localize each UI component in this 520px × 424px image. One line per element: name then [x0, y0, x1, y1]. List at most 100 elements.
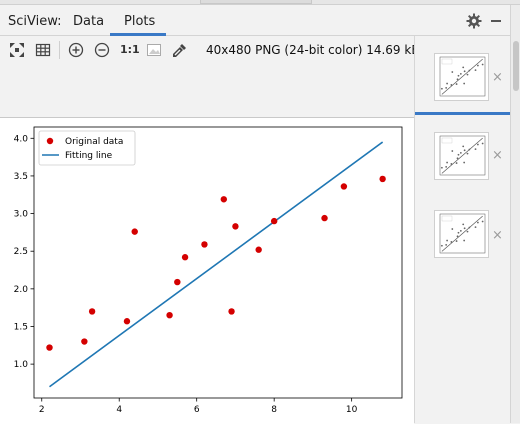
thumbnail-point [481, 220, 484, 223]
thumbnail-point [455, 162, 458, 164]
plot-thumbnail[interactable] [434, 132, 489, 180]
actual-size-icon[interactable]: 1:1 [120, 43, 140, 56]
x-tick-label: 6 [194, 405, 200, 415]
data-point [131, 228, 138, 235]
data-point [123, 318, 131, 325]
scatter-chart: 2 4 6 8 10 1.0 1.5 2.0 2.5 3.0 3.5 4.0 Original data… [14, 126, 403, 415]
thumbnail-point [463, 70, 466, 73]
data-point [181, 254, 189, 261]
sciview-title: SciView: [8, 14, 62, 29]
thumbnail-point [468, 148, 471, 151]
data-point [201, 241, 208, 248]
y-tick-label: 2.5 [14, 247, 28, 257]
data-point [228, 308, 235, 315]
y-tick-label: 3.0 [14, 210, 29, 220]
thumbnail-point [440, 244, 443, 247]
close-thumbnail-icon[interactable]: × [492, 228, 503, 243]
zoom-in-icon[interactable] [68, 42, 84, 58]
thumbnail-point [450, 84, 453, 86]
legend-label-original-data: Original data [65, 137, 123, 147]
toolbar-separator [59, 41, 60, 59]
thumbnail-point [440, 166, 443, 169]
y-tick-label: 1.0 [14, 360, 29, 370]
thumbnail-point [456, 235, 459, 238]
thumbnail-point [456, 78, 459, 81]
thumbnail-point [457, 153, 460, 156]
thumbnail-point [462, 66, 465, 69]
legend: Original data Fitting line [38, 130, 136, 166]
x-tick-label: 2 [39, 405, 45, 415]
thumbnail-point [468, 226, 471, 229]
thumbnail-point [462, 145, 465, 148]
color-picker-icon[interactable] [172, 42, 188, 58]
y-tick-label: 2.0 [14, 285, 29, 295]
thumbnail-point [463, 82, 466, 85]
thumbnail-point [445, 165, 448, 168]
data-point [220, 196, 228, 203]
thumbnail-point [474, 148, 477, 151]
thumbnail-point [463, 227, 466, 230]
x-tick-label: 8 [271, 405, 277, 415]
plot-thumbnail-panel: × × × [414, 36, 511, 423]
y-tick-label: 4.0 [14, 134, 29, 144]
close-thumbnail-icon[interactable]: × [492, 70, 503, 85]
thumbnail-point [455, 240, 458, 242]
tab-plots[interactable]: Plots [124, 14, 155, 29]
thumbnail-point [446, 161, 449, 164]
gear-icon[interactable] [466, 13, 482, 29]
zoom-out-icon[interactable] [94, 42, 110, 58]
minimize-icon[interactable] [491, 20, 501, 22]
data-point [166, 311, 173, 319]
thumbnail-legend [441, 58, 453, 65]
vertical-scrollbar[interactable] [510, 5, 520, 423]
thumbnail-point [463, 149, 466, 152]
data-point [88, 308, 96, 315]
thumbnail-point [457, 74, 460, 77]
thumbnail-point [462, 223, 465, 226]
thumbnail-point [476, 64, 479, 67]
thumbnail-point [451, 150, 454, 152]
thumbnail-point [466, 230, 469, 233]
data-point [340, 183, 348, 190]
plot-viewer[interactable]: 2 4 6 8 10 1.0 1.5 2.0 2.5 3.0 3.5 4.0 Original data… [0, 117, 414, 424]
plot-thumbnail[interactable] [434, 53, 489, 101]
thumbnail-point [459, 152, 462, 154]
selected-thumbnail-indicator [415, 112, 511, 115]
sciview-tab-bar: SciView: Data Plots [0, 5, 510, 36]
thumbnail-point [474, 69, 477, 72]
thumbnail-point [468, 69, 471, 72]
thumbnail-point [456, 157, 459, 160]
close-thumbnail-icon[interactable]: × [492, 148, 503, 163]
thumbnail-point [445, 86, 448, 89]
data-point [270, 217, 278, 225]
thumbnail-point [481, 142, 484, 145]
data-point [81, 338, 88, 345]
thumbnail-legend [441, 215, 453, 222]
scrollbar-thumb[interactable] [513, 41, 519, 91]
thumbnail-point [476, 143, 479, 146]
thumbnail-point [450, 163, 453, 165]
thumbnail-point [451, 71, 454, 73]
data-point [379, 175, 386, 183]
data-point [255, 246, 262, 253]
thumbnail-point [466, 73, 469, 76]
thumbnail-point [474, 226, 477, 229]
fit-screen-icon[interactable] [9, 42, 25, 58]
grid-icon[interactable] [35, 42, 51, 58]
plot-toolbar: 1:1 40x480 PNG (24-bit color) 14.69 kB [0, 36, 430, 64]
data-point [232, 223, 239, 230]
legend-label-fitting-line: Fitting line [65, 151, 113, 161]
background-icon[interactable] [146, 42, 162, 58]
data-point [321, 214, 328, 222]
top-edge-tab [200, 0, 312, 4]
thumbnail-point [446, 82, 449, 85]
thumbnail-point [450, 241, 453, 243]
x-tick-label: 10 [346, 405, 358, 415]
legend-marker-original-data [46, 137, 54, 145]
plot-thumbnail[interactable] [434, 210, 489, 258]
thumbnail-point [463, 161, 466, 164]
image-info: 40x480 PNG (24-bit color) 14.69 kB [206, 43, 420, 57]
thumbnail-point [481, 63, 484, 66]
tab-data[interactable]: Data [73, 14, 104, 29]
thumbnail-point [446, 239, 449, 242]
